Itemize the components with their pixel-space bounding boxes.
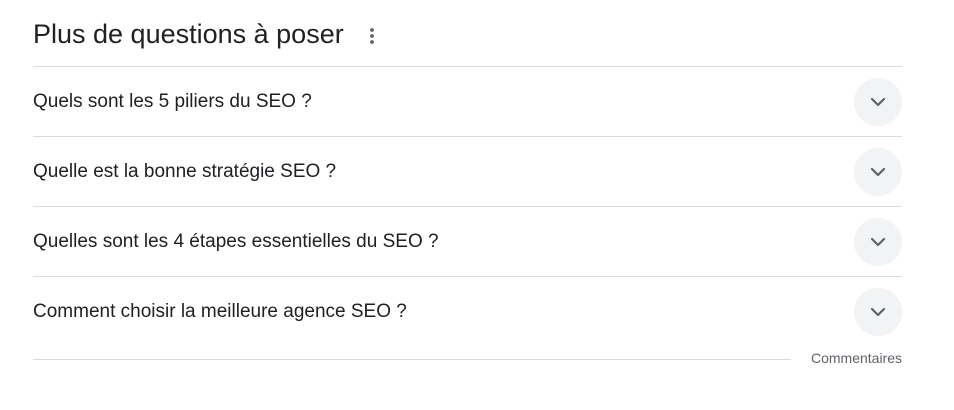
paa-footer: Commentaires bbox=[33, 348, 902, 368]
chevron-down-icon bbox=[870, 307, 886, 317]
chevron-down-icon bbox=[870, 167, 886, 176]
question-row[interactable]: Quels sont les 5 piliers du SEO ? bbox=[33, 67, 902, 137]
footer-divider bbox=[33, 358, 791, 360]
expand-question-button[interactable] bbox=[854, 217, 902, 266]
paa-title: Plus de questions à poser bbox=[33, 19, 344, 49]
expand-question-button[interactable] bbox=[854, 147, 902, 196]
expand-question-button[interactable] bbox=[854, 288, 902, 336]
more-options-button[interactable] bbox=[360, 24, 384, 48]
people-also-ask-panel: Plus de questions à poser Quels sont les… bbox=[33, 0, 902, 347]
paa-header: Plus de questions à poser bbox=[33, 0, 902, 67]
question-text: Comment choisir la meilleure agence SEO … bbox=[33, 301, 407, 322]
expand-question-button[interactable] bbox=[854, 77, 902, 126]
question-text: Quelles sont les 4 étapes essentielles d… bbox=[33, 230, 439, 252]
more-vert-icon bbox=[369, 28, 374, 44]
question-row[interactable]: Comment choisir la meilleure agence SEO … bbox=[33, 277, 902, 347]
question-row[interactable]: Quelles sont les 4 étapes essentielles d… bbox=[33, 207, 902, 277]
chevron-down-icon bbox=[870, 97, 886, 106]
question-text: Quelle est la bonne stratégie SEO ? bbox=[33, 160, 337, 182]
question-text: Quels sont les 5 piliers du SEO ? bbox=[33, 90, 312, 112]
feedback-link[interactable]: Commentaires bbox=[811, 350, 902, 366]
chevron-down-icon bbox=[870, 237, 886, 246]
question-row[interactable]: Quelle est la bonne stratégie SEO ? bbox=[33, 137, 902, 207]
